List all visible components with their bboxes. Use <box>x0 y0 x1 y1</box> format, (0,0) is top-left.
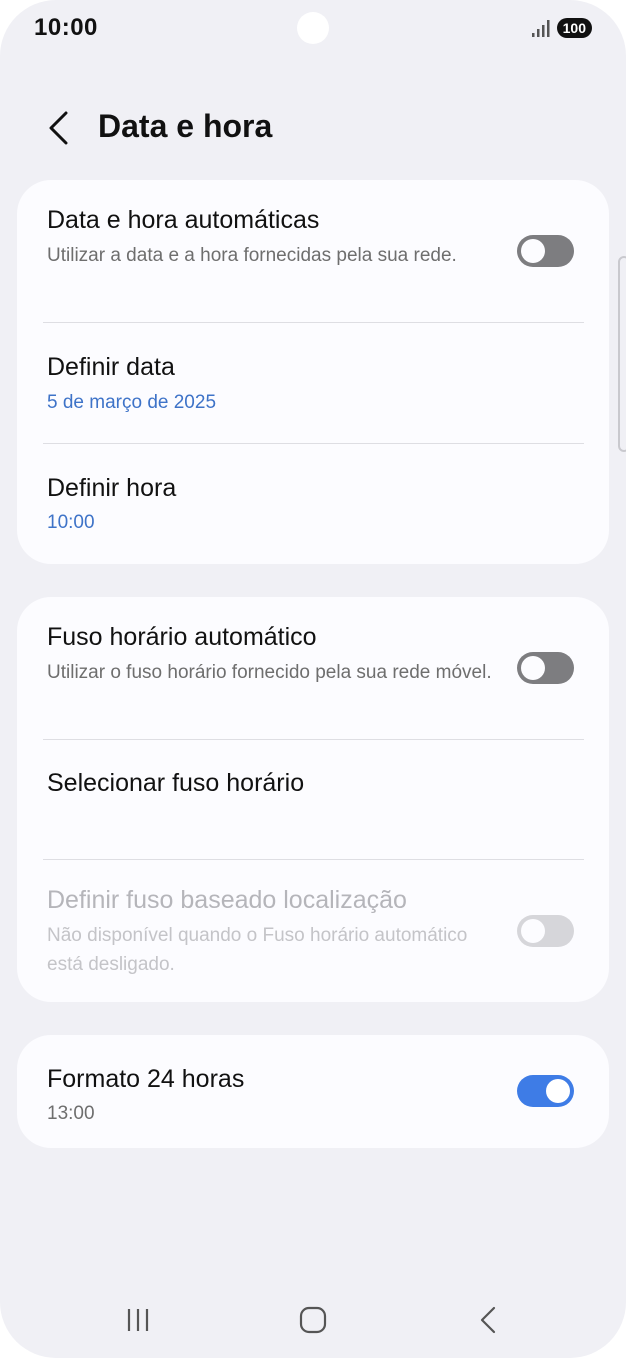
select-time-zone-row[interactable]: Selecionar fuso horário <box>17 740 609 859</box>
location-time-zone-toggle <box>517 915 574 947</box>
battery-indicator: 100 <box>556 18 592 38</box>
page-title: Data e hora <box>98 108 273 144</box>
set-time-value: 10:00 <box>47 512 95 533</box>
24-hour-format-title: Formato 24 horas <box>47 1065 245 1093</box>
front-camera <box>297 12 329 44</box>
24-hour-format-example: 13:00 <box>47 1103 95 1124</box>
auto-time-zone-title: Fuso horário automático <box>47 623 317 651</box>
recents-icon <box>127 1309 149 1331</box>
auto-time-zone-subtitle: Utilizar o fuso horário fornecido pela s… <box>47 662 492 683</box>
auto-time-zone-row[interactable]: Fuso horário automático Utilizar o fuso … <box>17 597 609 739</box>
24-hour-format-row[interactable]: Formato 24 horas 13:00 <box>17 1035 609 1148</box>
set-time-row[interactable]: Definir hora 10:00 <box>17 444 609 564</box>
back-button[interactable] <box>36 106 80 150</box>
auto-date-time-subtitle: Utilizar a data e a hora fornecidas pela… <box>47 245 457 266</box>
auto-date-time-row[interactable]: Data e hora automáticas Utilizar a data … <box>17 180 609 322</box>
home-icon <box>299 1306 327 1334</box>
24-hour-format-toggle[interactable] <box>517 1075 574 1107</box>
date-time-card: Data e hora automáticas Utilizar a data … <box>17 180 609 564</box>
chevron-left-icon <box>49 111 68 145</box>
set-date-title: Definir data <box>47 353 175 381</box>
phone-screen: 10:00 100 Data e hora Data e hora automá… <box>0 0 626 1358</box>
nav-back-button[interactable] <box>458 1296 518 1344</box>
location-time-zone-title: Definir fuso baseado localização <box>47 886 407 914</box>
set-date-row[interactable]: Definir data 5 de março de 2025 <box>17 323 609 443</box>
location-time-zone-row: Definir fuso baseado localização Não dis… <box>17 860 609 1002</box>
back-icon <box>480 1306 496 1334</box>
set-date-value: 5 de março de 2025 <box>47 392 217 413</box>
status-time: 10:00 <box>34 14 98 41</box>
auto-date-time-title: Data e hora automáticas <box>47 206 320 234</box>
edge-panel-handle[interactable] <box>618 256 626 452</box>
status-icons: 100 <box>531 18 592 38</box>
auto-time-zone-toggle[interactable] <box>517 652 574 684</box>
select-time-zone-title: Selecionar fuso horário <box>47 769 305 797</box>
set-time-title: Definir hora <box>47 474 177 502</box>
recents-button[interactable] <box>108 1296 168 1344</box>
location-time-zone-subtitle: Não disponível quando o Fuso horário aut… <box>47 925 468 975</box>
time-zone-card: Fuso horário automático Utilizar o fuso … <box>17 597 609 1002</box>
signal-bars-icon <box>531 20 550 37</box>
format-card: Formato 24 horas 13:00 <box>17 1035 609 1148</box>
home-button[interactable] <box>283 1296 343 1344</box>
auto-date-time-toggle[interactable] <box>517 235 574 267</box>
